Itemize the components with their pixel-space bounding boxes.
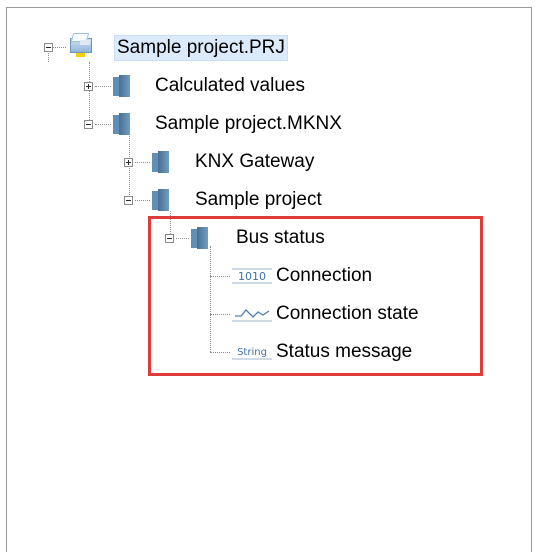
tree-line — [135, 162, 150, 163]
tree-item-sample-project-mknx[interactable]: Sample project.MKNX — [152, 112, 345, 136]
tree-item-sample-project-prj[interactable]: Sample project.PRJ — [114, 35, 288, 61]
folder-icon — [150, 189, 170, 211]
folder-icon — [111, 113, 131, 135]
tree-line — [48, 51, 49, 62]
expand-button-calculated-values[interactable] — [84, 82, 93, 91]
folder-icon — [150, 151, 170, 173]
collapse-button-mknx[interactable] — [84, 120, 93, 129]
tree-line — [89, 62, 90, 124]
collapse-button-sample-project[interactable] — [124, 196, 133, 205]
tree-item-knx-gateway[interactable]: KNX Gateway — [192, 150, 317, 174]
project-file-icon — [68, 31, 92, 57]
expand-button-knx-gateway[interactable] — [124, 158, 133, 167]
tree-line — [95, 86, 111, 87]
tree-item-sample-project[interactable]: Sample project — [192, 188, 325, 212]
highlight-box — [148, 216, 483, 376]
tree-item-calculated-values[interactable]: Calculated values — [152, 74, 308, 98]
collapse-button-root[interactable] — [44, 43, 53, 52]
tree-line — [135, 200, 150, 201]
folder-icon — [111, 75, 131, 97]
tree-line — [53, 47, 66, 48]
tree-line — [95, 124, 111, 125]
